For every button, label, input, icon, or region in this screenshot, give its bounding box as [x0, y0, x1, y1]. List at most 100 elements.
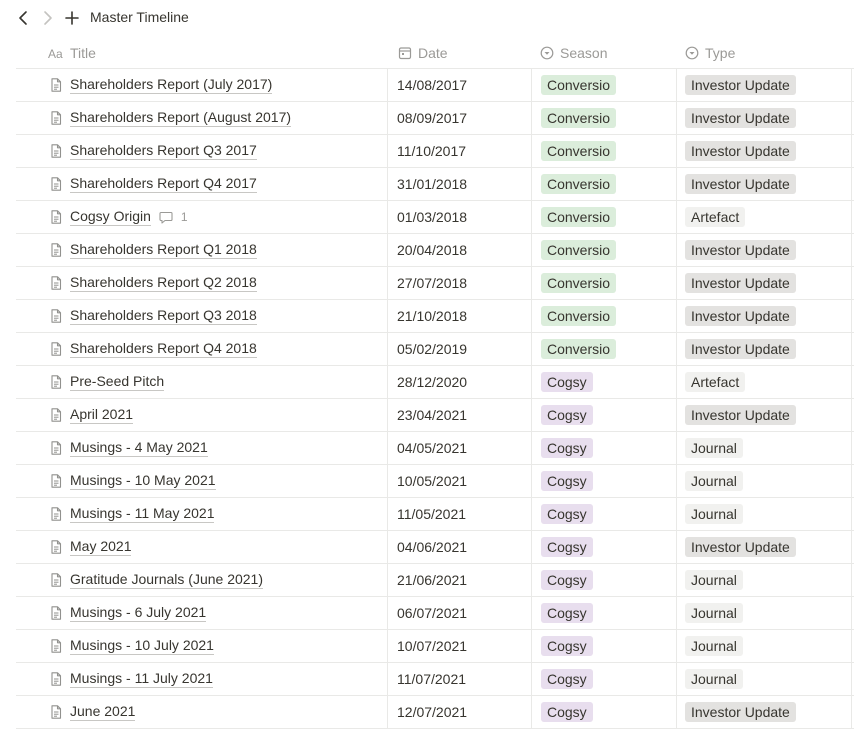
season-cell[interactable]: Cogsy [532, 630, 677, 662]
type-cell[interactable]: Investor Update [677, 696, 852, 728]
table-row[interactable]: Cogsy Origin 1 01/03/2018 Conversio Artefact [16, 201, 854, 234]
date-cell[interactable]: 10/07/2021 [388, 630, 532, 662]
page-title-link[interactable]: Musings - 4 May 2021 [70, 439, 208, 457]
title-cell[interactable]: May 2021 [16, 531, 388, 563]
title-cell[interactable]: Gratitude Journals (June 2021) [16, 564, 388, 596]
page-title-link[interactable]: Musings - 6 July 2021 [70, 604, 207, 622]
table-row[interactable]: Shareholders Report Q3 2017 11/10/2017 Con… [16, 135, 854, 168]
title-cell[interactable]: Musings - 4 May 2021 [16, 432, 388, 464]
date-cell[interactable]: 21/06/2021 [388, 564, 532, 596]
type-cell[interactable]: Journal [677, 498, 852, 530]
breadcrumb-title[interactable]: Master Timeline [90, 9, 189, 26]
page-title-link[interactable]: Musings - 10 May 2021 [70, 472, 216, 490]
title-cell[interactable]: Shareholders Report Q1 2018 [16, 234, 388, 266]
page-title-link[interactable]: April 2021 [70, 406, 134, 424]
type-cell[interactable]: Investor Update [677, 531, 852, 563]
table-row[interactable]: Musings - 10 July 2021 10/07/2021 Cogsy Jou… [16, 630, 854, 663]
table-row[interactable]: April 2021 23/04/2021 Cogsy Investor Update [16, 399, 854, 432]
forward-button[interactable] [38, 8, 58, 28]
date-cell[interactable]: 28/12/2020 [388, 366, 532, 398]
type-cell[interactable]: Investor Update [677, 333, 852, 365]
date-cell[interactable]: 27/07/2018 [388, 267, 532, 299]
type-cell[interactable]: Investor Update [677, 234, 852, 266]
season-cell[interactable]: Cogsy [532, 465, 677, 497]
table-row[interactable]: Musings - 6 July 2021 06/07/2021 Cogsy Jour… [16, 597, 854, 630]
page-title-link[interactable]: Cogsy Origin [70, 208, 151, 226]
type-cell[interactable]: Investor Update [677, 399, 852, 431]
date-cell[interactable]: 11/05/2021 [388, 498, 532, 530]
season-cell[interactable]: Cogsy [532, 366, 677, 398]
title-cell[interactable]: April 2021 [16, 399, 388, 431]
type-cell[interactable]: Journal [677, 432, 852, 464]
type-cell[interactable]: Investor Update [677, 135, 852, 167]
season-cell[interactable]: Conversio [532, 168, 677, 200]
date-cell[interactable]: 23/04/2021 [388, 399, 532, 431]
title-cell[interactable]: Pre-Seed Pitch [16, 366, 388, 398]
type-cell[interactable]: Artefact [677, 366, 852, 398]
table-row[interactable]: June 2021 12/07/2021 Cogsy Investor Update [16, 696, 854, 729]
column-header-date[interactable]: Date [398, 36, 448, 69]
title-cell[interactable]: Shareholders Report Q4 2017 [16, 168, 388, 200]
page-title-link[interactable]: Shareholders Report Q3 2017 [70, 142, 257, 160]
page-title-link[interactable]: Shareholders Report Q2 2018 [70, 274, 257, 292]
season-cell[interactable]: Cogsy [532, 597, 677, 629]
table-row[interactable]: Shareholders Report Q3 2018 21/10/2018 Con… [16, 300, 854, 333]
table-row[interactable]: Shareholders Report (August 2017) 08/09/2… [16, 102, 854, 135]
date-cell[interactable]: 04/05/2021 [388, 432, 532, 464]
table-row[interactable]: Musings - 11 May 2021 11/05/2021 Cogsy Jour… [16, 498, 854, 531]
date-cell[interactable]: 12/07/2021 [388, 696, 532, 728]
page-title-link[interactable]: Shareholders Report Q1 2018 [70, 241, 257, 259]
date-cell[interactable]: 11/07/2021 [388, 663, 532, 695]
new-page-button[interactable] [62, 8, 82, 28]
comment-indicator[interactable]: 1 [159, 210, 188, 224]
title-cell[interactable]: Shareholders Report Q2 2018 [16, 267, 388, 299]
page-title-link[interactable]: Shareholders Report Q3 2018 [70, 307, 257, 325]
season-cell[interactable]: Cogsy [532, 564, 677, 596]
season-cell[interactable]: Cogsy [532, 399, 677, 431]
table-row[interactable]: Musings - 11 July 2021 11/07/2021 Cogsy Jou… [16, 663, 854, 696]
type-cell[interactable]: Journal [677, 663, 852, 695]
page-title-link[interactable]: Shareholders Report Q4 2017 [70, 175, 257, 193]
type-cell[interactable]: Investor Update [677, 267, 852, 299]
page-title-link[interactable]: Shareholders Report (July 2017) [70, 76, 273, 94]
table-row[interactable]: Shareholders Report Q2 2018 27/07/2018 Con… [16, 267, 854, 300]
page-title-link[interactable]: June 2021 [70, 703, 136, 721]
title-cell[interactable]: Cogsy Origin 1 [16, 201, 388, 233]
page-title-link[interactable]: Musings - 11 July 2021 [70, 670, 213, 688]
season-cell[interactable]: Conversio [532, 201, 677, 233]
type-cell[interactable]: Investor Update [677, 102, 852, 134]
title-cell[interactable]: June 2021 [16, 696, 388, 728]
table-row[interactable]: Gratitude Journals (June 2021) 21/06/2021… [16, 564, 854, 597]
season-cell[interactable]: Conversio [532, 135, 677, 167]
title-cell[interactable]: Musings - 6 July 2021 [16, 597, 388, 629]
date-cell[interactable]: 21/10/2018 [388, 300, 532, 332]
date-cell[interactable]: 20/04/2018 [388, 234, 532, 266]
table-row[interactable]: Musings - 4 May 2021 04/05/2021 Cogsy Journ… [16, 432, 854, 465]
table-row[interactable]: Shareholders Report (July 2017) 14/08/201… [16, 69, 854, 102]
title-cell[interactable]: Musings - 11 May 2021 [16, 498, 388, 530]
page-title-link[interactable]: Shareholders Report Q4 2018 [70, 340, 257, 358]
season-cell[interactable]: Conversio [532, 234, 677, 266]
back-button[interactable] [13, 8, 33, 28]
table-row[interactable]: Shareholders Report Q4 2017 31/01/2018 Con… [16, 168, 854, 201]
table-row[interactable]: Pre-Seed Pitch 28/12/2020 Cogsy Artefact [16, 366, 854, 399]
type-cell[interactable]: Investor Update [677, 69, 852, 101]
title-cell[interactable]: Musings - 10 July 2021 [16, 630, 388, 662]
date-cell[interactable]: 04/06/2021 [388, 531, 532, 563]
page-title-link[interactable]: Gratitude Journals (June 2021) [70, 571, 263, 589]
column-header-season[interactable]: Season [540, 36, 607, 69]
season-cell[interactable]: Conversio [532, 102, 677, 134]
table-row[interactable]: Musings - 10 May 2021 10/05/2021 Cogsy Jour… [16, 465, 854, 498]
date-cell[interactable]: 11/10/2017 [388, 135, 532, 167]
title-cell[interactable]: Shareholders Report (July 2017) [16, 69, 388, 101]
page-title-link[interactable]: Shareholders Report (August 2017) [70, 109, 292, 127]
date-cell[interactable]: 31/01/2018 [388, 168, 532, 200]
date-cell[interactable]: 05/02/2019 [388, 333, 532, 365]
date-cell[interactable]: 10/05/2021 [388, 465, 532, 497]
season-cell[interactable]: Cogsy [532, 531, 677, 563]
page-title-link[interactable]: May 2021 [70, 538, 132, 556]
date-cell[interactable]: 08/09/2017 [388, 102, 532, 134]
season-cell[interactable]: Cogsy [532, 498, 677, 530]
type-cell[interactable]: Investor Update [677, 300, 852, 332]
date-cell[interactable]: 01/03/2018 [388, 201, 532, 233]
